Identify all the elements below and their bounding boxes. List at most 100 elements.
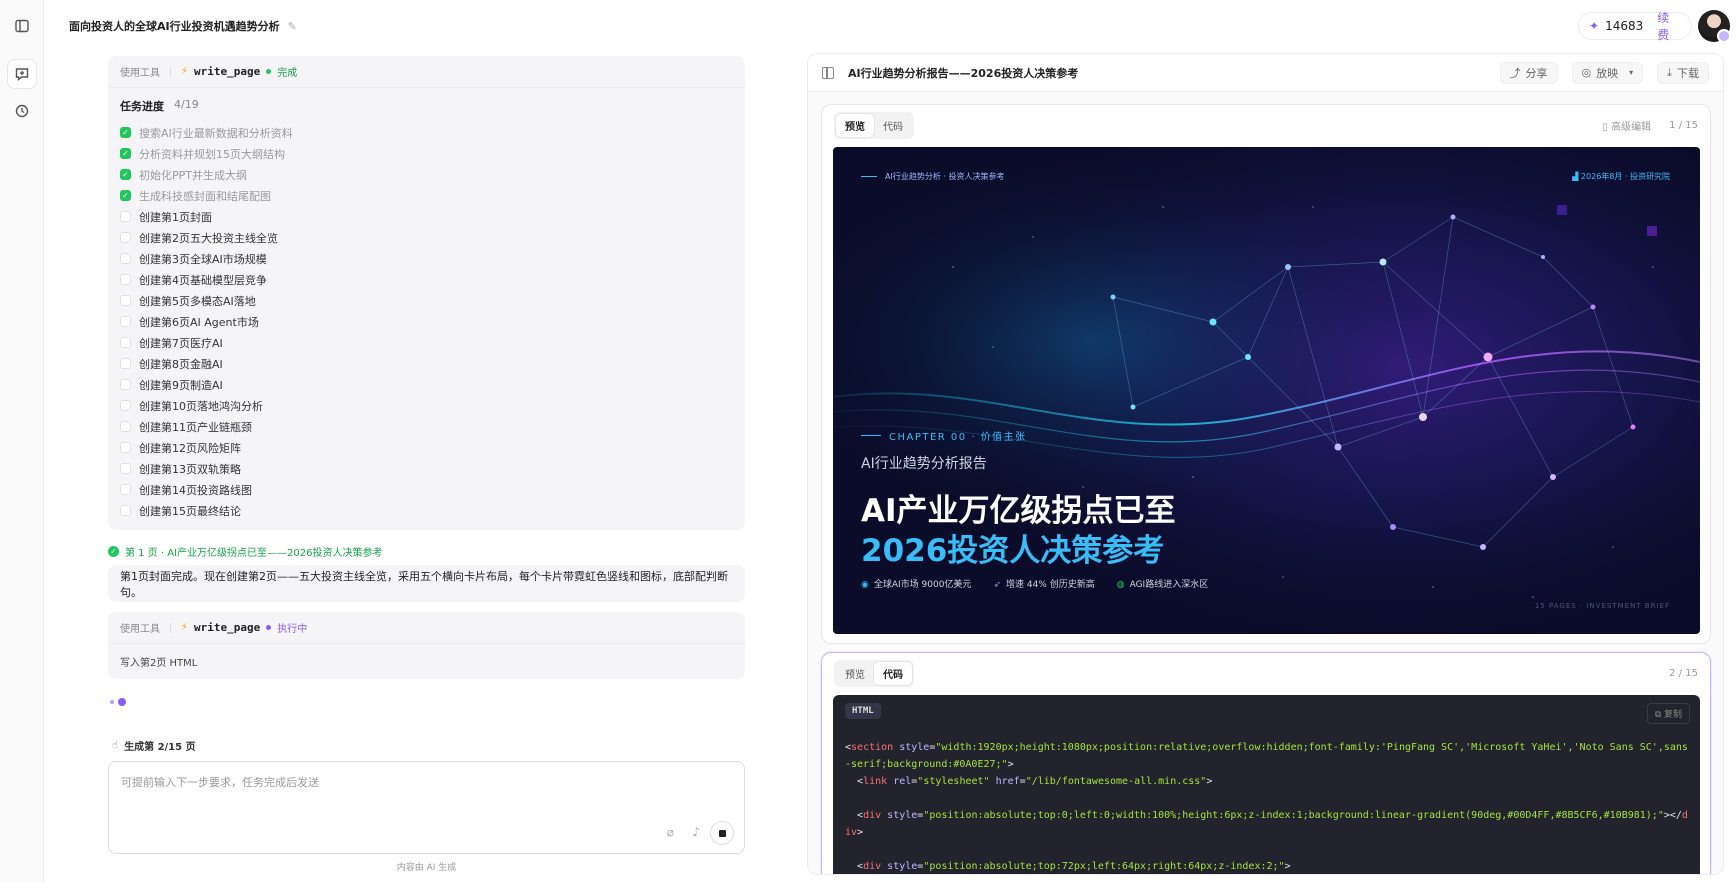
checkbox-empty-icon: [120, 253, 131, 264]
page-title: 面向投资人的全球AI行业投资机遇趋势分析 ✎: [69, 18, 297, 34]
slide-top-left-text: AI行业趋势分析 · 投资人决策参考: [885, 172, 1005, 181]
brain-icon: ◍: [1116, 580, 1125, 590]
checkbox-checked-icon: ✓: [120, 190, 131, 201]
sidebar-toggle-icon[interactable]: [8, 12, 36, 40]
progress-header: 任务进度 4/19: [108, 88, 745, 118]
panel-sidebar-icon[interactable]: [822, 66, 834, 79]
history-icon[interactable]: [8, 97, 36, 125]
tool-name: write_page: [194, 621, 261, 634]
chat-input[interactable]: [109, 762, 744, 822]
task-label: 创建第9页制造AI: [139, 378, 223, 392]
task-item: 创建第15页最终结论: [120, 500, 733, 521]
task-label: 分析资料并规划15页大纲结构: [139, 147, 285, 161]
present-button[interactable]: ◎ 放映 ▾: [1571, 61, 1644, 84]
stop-icon: [718, 829, 726, 837]
checkbox-empty-icon: [120, 295, 131, 306]
edit-pencil-icon[interactable]: ✎: [288, 20, 297, 33]
slide-preview[interactable]: AI行业趋势分析 · 投资人决策参考 ▟ 2026年8月 · 投资研究院 CHA…: [833, 147, 1700, 634]
task-item: 创建第12页风险矩阵: [120, 437, 733, 458]
chevron-down-icon: ▾: [1629, 68, 1634, 77]
composer: ⌀ ♪: [108, 761, 745, 854]
code-line: <link rel="stylesheet" href="/lib/fontaw…: [845, 776, 1213, 787]
credits-pill[interactable]: ✦ 14683 续费: [1578, 9, 1692, 43]
task-label: 搜索AI行业最新数据和分析资料: [139, 126, 293, 140]
bolt-icon: ⚡: [181, 66, 189, 77]
task-label: 生成科技感封面和结尾配图: [139, 189, 271, 203]
slide-card-2: 预览 代码 2 / 15 HTML ⧉ 复制 <section style="w…: [821, 652, 1711, 874]
avatar[interactable]: [1698, 10, 1731, 43]
tool-card-progress: 使用工具 ⚡ write_page 完成 任务进度 4/19 ✓ 搜索AI行业最新…: [108, 56, 745, 530]
tool-header: 使用工具 ⚡ write_page 执行中: [108, 612, 745, 644]
preview-panel: AI行业趋势分析报告——2026投资人决策参考 ⤴ 分享 ◎ 放映 ▾ ⤓ 下载 预览 …: [807, 53, 1724, 875]
play-icon: ◎: [1581, 66, 1592, 79]
panel-title: AI行业趋势分析报告——2026投资人决策参考: [848, 66, 1079, 80]
checkbox-empty-icon: [120, 358, 131, 369]
checkbox-checked-icon: ✓: [120, 127, 131, 138]
download-icon: ⤓: [1667, 65, 1672, 79]
tool-label: 使用工具: [120, 68, 160, 79]
assistant-message-text: 第1页封面完成。现在创建第2页——五大投资主线全览，采用五个横向卡片布局，每个卡…: [120, 569, 728, 599]
accent-line: [861, 435, 881, 436]
paperclip-icon[interactable]: ⌀: [667, 825, 674, 839]
task-item: 创建第7页医疗AI: [120, 332, 733, 353]
globe-icon: ◉: [861, 580, 869, 590]
page-title-text: 面向投资人的全球AI行业投资机遇趋势分析: [69, 20, 280, 33]
task-item: 创建第6页AI Agent市场: [120, 311, 733, 332]
doc-icon: ▯: [1602, 121, 1612, 133]
slide-card-1: 预览 代码 ▯ 高级编辑 1 / 15 AI行业趋势分析 · 投资人决策参考 ▟…: [821, 104, 1711, 644]
slide-top-right-text: 2026年8月 · 投资研究院: [1580, 172, 1670, 181]
present-label: 放映: [1596, 66, 1619, 80]
spark-icon: ✦: [1589, 19, 1600, 33]
code-viewer[interactable]: HTML ⧉ 复制 <section style="width:1920px;h…: [833, 695, 1700, 874]
renew-button[interactable]: 续费: [1657, 9, 1681, 43]
task-label: 创建第15页最终结论: [139, 504, 241, 518]
checkbox-empty-icon: [120, 337, 131, 348]
task-item: ✓ 搜索AI行业最新数据和分析资料: [120, 122, 733, 143]
code-line: <div style="position:absolute;top:0;left…: [845, 810, 1688, 838]
task-label: 创建第1页封面: [139, 210, 212, 224]
tool-header: 使用工具 ⚡ write_page 完成: [108, 56, 745, 88]
tab-code[interactable]: 代码: [874, 114, 912, 137]
progress-label: 任务进度: [120, 100, 164, 113]
panel-header: AI行业趋势分析报告——2026投资人决策参考 ⤴ 分享 ◎ 放映 ▾ ⤓ 下载: [808, 54, 1723, 92]
task-label: 创建第4页基础模型层竞争: [139, 273, 267, 287]
slide-chapter: CHAPTER 00 · 价值主张: [861, 428, 1027, 443]
slide-headline-2: 2026投资人决策参考: [861, 533, 1165, 569]
assistant-message: 第1页封面完成。现在创建第2页——五大投资主线全览，采用五个横向卡片布局，每个卡…: [108, 565, 745, 602]
checkbox-empty-icon: [120, 379, 131, 390]
checkbox-empty-icon: [120, 232, 131, 243]
download-button[interactable]: ⤓ 下载: [1657, 61, 1709, 84]
slide-stat-text: 增速 44% 创历史新高: [1005, 580, 1095, 590]
task-item: ✓ 生成科技感封面和结尾配图: [120, 185, 733, 206]
chat-icon[interactable]: [8, 60, 36, 88]
microphone-icon[interactable]: ♪: [692, 825, 700, 839]
task-item: 创建第9页制造AI: [120, 374, 733, 395]
slide-stats: ◉ 全球AI市场 9000亿美元 ➶ 增速 44% 创历史新高 ◍ AGI路线进入深水…: [861, 577, 1208, 590]
task-item: ✓ 分析资料并规划15页大纲结构: [120, 143, 733, 164]
checkbox-empty-icon: [120, 505, 131, 516]
bolt-icon: ⚡: [181, 622, 189, 633]
copy-button[interactable]: ⧉ 复制: [1646, 703, 1690, 724]
task-label: 创建第8页金融AI: [139, 357, 223, 371]
slide-stat: ➶ 增速 44% 创历史新高: [993, 577, 1094, 590]
accent-line: [861, 176, 877, 177]
checkbox-empty-icon: [120, 400, 131, 411]
divider: [170, 622, 171, 633]
checkbox-empty-icon: [120, 484, 131, 495]
task-label: 创建第5页多模态AI落地: [139, 294, 256, 308]
tab-code[interactable]: 代码: [874, 661, 912, 685]
advanced-edit-button[interactable]: ▯ 高级编辑: [1602, 118, 1651, 133]
task-label: 创建第6页AI Agent市场: [139, 315, 259, 329]
code-content: <section style="width:1920px;height:1080…: [845, 739, 1690, 874]
tool-name: write_page: [194, 65, 261, 78]
tool-detail: 写入第2页 HTML: [120, 658, 198, 669]
status-badge: 完成: [277, 68, 298, 79]
tab-preview[interactable]: 预览: [836, 662, 874, 685]
slide-footer: 15 PAGES · INVESTMENT BRIEF: [1534, 602, 1670, 610]
slide-top-right: ▟ 2026年8月 · 投资研究院: [1572, 171, 1670, 182]
stop-button[interactable]: [710, 821, 734, 845]
tab-preview[interactable]: 预览: [836, 113, 874, 137]
share-button[interactable]: ⤴ 分享: [1499, 61, 1558, 84]
slide-headline-1: AI产业万亿级拐点已至: [861, 493, 1176, 529]
checkbox-empty-icon: [120, 442, 131, 453]
